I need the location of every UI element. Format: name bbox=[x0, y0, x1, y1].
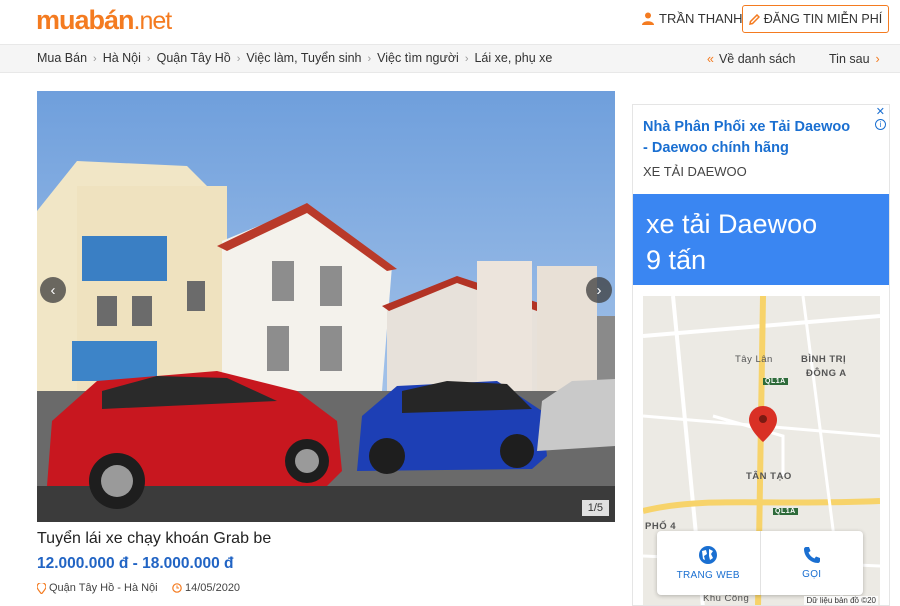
map-label: TÂN TẠO bbox=[746, 471, 792, 482]
map-credit: Dữ liệu bản đồ ©20 bbox=[804, 596, 878, 605]
clock-icon bbox=[172, 583, 182, 593]
sidebar-advertisement[interactable]: ✕ i Nhà Phân Phối xe Tải Daewoo - Daewoo… bbox=[632, 104, 890, 606]
listing-location: Quận Tây Hồ - Hà Nội bbox=[37, 582, 158, 594]
breadcrumb-item[interactable]: Quận Tây Hồ bbox=[157, 51, 231, 67]
listing-photo bbox=[37, 91, 615, 522]
breadcrumb-bar: Mua Bán › Hà Nội › Quận Tây Hồ › Việc làm, … bbox=[0, 44, 900, 73]
chevron-left-icon: ‹ bbox=[50, 281, 56, 299]
site-header: muabán.net TRẦN THANH ĐĂNG TIN MIỄN PHÍ bbox=[0, 0, 900, 44]
globe-icon bbox=[699, 546, 718, 564]
next-listing-label: Tin sau bbox=[829, 52, 870, 66]
ad-banner[interactable]: xe tải Daewoo 9 tấn bbox=[633, 194, 889, 285]
ad-banner-line1: xe tải Daewoo bbox=[646, 209, 818, 239]
breadcrumb: Mua Bán › Hà Nội › Quận Tây Hồ › Việc làm, … bbox=[37, 51, 552, 67]
pencil-icon bbox=[748, 13, 760, 25]
chevron-right-icon: › bbox=[464, 53, 469, 65]
chevron-right-icon: › bbox=[596, 281, 602, 299]
chevron-right-icon: › bbox=[367, 53, 372, 65]
photo-counter: 1/5 bbox=[581, 500, 609, 516]
breadcrumb-item[interactable]: Việc tìm người bbox=[377, 51, 459, 67]
user-icon bbox=[642, 12, 654, 25]
chevron-right-icon: › bbox=[875, 52, 880, 66]
user-name: TRẦN THANH bbox=[659, 11, 743, 26]
breadcrumb-item[interactable]: Việc làm, Tuyển sinh bbox=[246, 51, 361, 67]
website-button[interactable]: TRANG WEB bbox=[657, 531, 760, 595]
ad-subtitle: XE TẢI DAEWOO bbox=[643, 164, 747, 179]
map-action-bar: TRANG WEB GỌI bbox=[657, 531, 863, 595]
location-text: Quận Tây Hồ - Hà Nội bbox=[49, 582, 158, 594]
listing-price: 12.000.000 đ - 18.000.000 đ bbox=[37, 555, 234, 572]
back-to-list-link[interactable]: « Về danh sách bbox=[707, 52, 795, 66]
map-label: ĐÔNG A bbox=[806, 368, 847, 379]
location-pin-icon bbox=[37, 582, 46, 594]
double-chevron-left-icon: « bbox=[707, 52, 714, 66]
phone-icon bbox=[803, 547, 820, 563]
website-label: TRANG WEB bbox=[676, 570, 740, 581]
logo-text: muabán bbox=[36, 5, 135, 35]
map-label: Tây Lân bbox=[735, 354, 773, 365]
next-photo-button[interactable]: › bbox=[586, 277, 612, 303]
back-to-list-label: Về danh sách bbox=[718, 52, 796, 66]
logo-suffix: .net bbox=[133, 7, 173, 35]
map-label: BÌNH TRỊ bbox=[801, 354, 847, 365]
breadcrumb-item[interactable]: Mua Bán bbox=[37, 51, 87, 67]
chevron-right-icon: › bbox=[236, 53, 241, 65]
previous-photo-button[interactable]: ‹ bbox=[40, 277, 66, 303]
site-logo[interactable]: muabán.net bbox=[36, 5, 173, 36]
breadcrumb-item[interactable]: Lái xe, phụ xe bbox=[474, 51, 552, 67]
post-listing-label: ĐĂNG TIN MIỄN PHÍ bbox=[763, 12, 883, 26]
breadcrumb-item[interactable]: Hà Nội bbox=[103, 51, 141, 67]
close-icon[interactable]: ✕ bbox=[876, 105, 885, 118]
map-label: QL1A bbox=[763, 378, 788, 385]
ad-headline[interactable]: Nhà Phân Phối xe Tải Daewoo - Daewoo chí… bbox=[643, 117, 858, 159]
listing-title: Tuyển lái xe chạy khoán Grab be bbox=[37, 530, 272, 547]
post-listing-button[interactable]: ĐĂNG TIN MIỄN PHÍ bbox=[742, 5, 889, 33]
call-button[interactable]: GỌI bbox=[759, 531, 864, 595]
ad-banner-line2: 9 tấn bbox=[646, 245, 707, 275]
next-listing-link[interactable]: Tin sau › bbox=[829, 52, 880, 66]
call-label: GỌI bbox=[802, 569, 822, 580]
chevron-right-icon: › bbox=[146, 53, 151, 65]
date-text: 14/05/2020 bbox=[185, 582, 241, 594]
info-icon[interactable]: i bbox=[875, 119, 886, 130]
ad-map[interactable]: Tây Lân BÌNH TRỊ ĐÔNG A QL1A TÂN TẠO QL1… bbox=[643, 296, 880, 605]
map-label: QL1A bbox=[773, 508, 798, 515]
listing-date: 14/05/2020 bbox=[172, 582, 240, 594]
user-account[interactable]: TRẦN THANH bbox=[642, 11, 743, 26]
chevron-right-icon: › bbox=[93, 53, 97, 65]
listing-photo-carousel[interactable]: ‹ › 1/5 bbox=[37, 91, 615, 522]
